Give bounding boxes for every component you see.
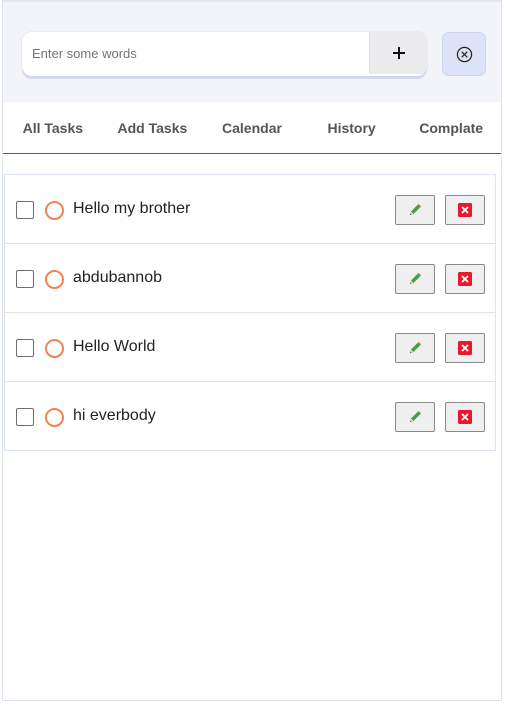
task-checkbox[interactable] (16, 339, 34, 357)
task-checkbox[interactable] (16, 270, 34, 288)
delete-button[interactable] (445, 195, 485, 225)
tab-add-tasks[interactable]: Add Tasks (103, 102, 203, 153)
edit-button[interactable] (395, 195, 435, 225)
close-box-icon (458, 410, 472, 424)
delete-button[interactable] (445, 402, 485, 432)
edit-button[interactable] (395, 264, 435, 294)
task-text: Hello World (73, 338, 156, 355)
tab-history[interactable]: History (302, 102, 402, 153)
tab-bar: All Tasks Add Tasks Calendar History Com… (3, 102, 501, 154)
task-row: abdubannob (4, 243, 496, 313)
task-status-radio[interactable] (45, 201, 64, 220)
plus-icon (392, 47, 405, 59)
close-box-icon (458, 341, 472, 355)
task-status-radio[interactable] (45, 408, 64, 427)
task-checkbox[interactable] (16, 408, 34, 426)
edit-button[interactable] (395, 402, 435, 432)
pencil-icon (410, 410, 422, 422)
task-list: Hello my brother abdubannob Hello World … (4, 174, 496, 451)
task-status-radio[interactable] (45, 339, 64, 358)
task-status-radio[interactable] (45, 270, 64, 289)
close-box-icon (458, 272, 472, 286)
close-box-icon (458, 203, 472, 217)
delete-button[interactable] (445, 333, 485, 363)
circle-x-icon (456, 46, 472, 62)
task-checkbox[interactable] (16, 201, 34, 219)
tab-all-tasks[interactable]: All Tasks (3, 102, 103, 153)
header (3, 2, 501, 102)
task-row: hi everbody (4, 381, 496, 451)
search-input[interactable] (22, 32, 366, 74)
add-button[interactable] (369, 32, 427, 74)
tab-calendar[interactable]: Calendar (202, 102, 302, 153)
edit-button[interactable] (395, 333, 435, 363)
pencil-icon (410, 203, 422, 215)
app-frame: All Tasks Add Tasks Calendar History Com… (2, 0, 502, 701)
tab-complate[interactable]: Complate (401, 102, 501, 153)
delete-button[interactable] (445, 264, 485, 294)
task-row: Hello my brother (4, 174, 496, 244)
task-text: abdubannob (73, 269, 162, 286)
pencil-icon (410, 272, 422, 284)
task-row: Hello World (4, 312, 496, 382)
task-text: Hello my brother (73, 200, 191, 217)
task-text: hi everbody (73, 407, 156, 424)
search-bar (22, 32, 427, 76)
pencil-icon (410, 341, 422, 353)
clear-button[interactable] (442, 32, 486, 76)
